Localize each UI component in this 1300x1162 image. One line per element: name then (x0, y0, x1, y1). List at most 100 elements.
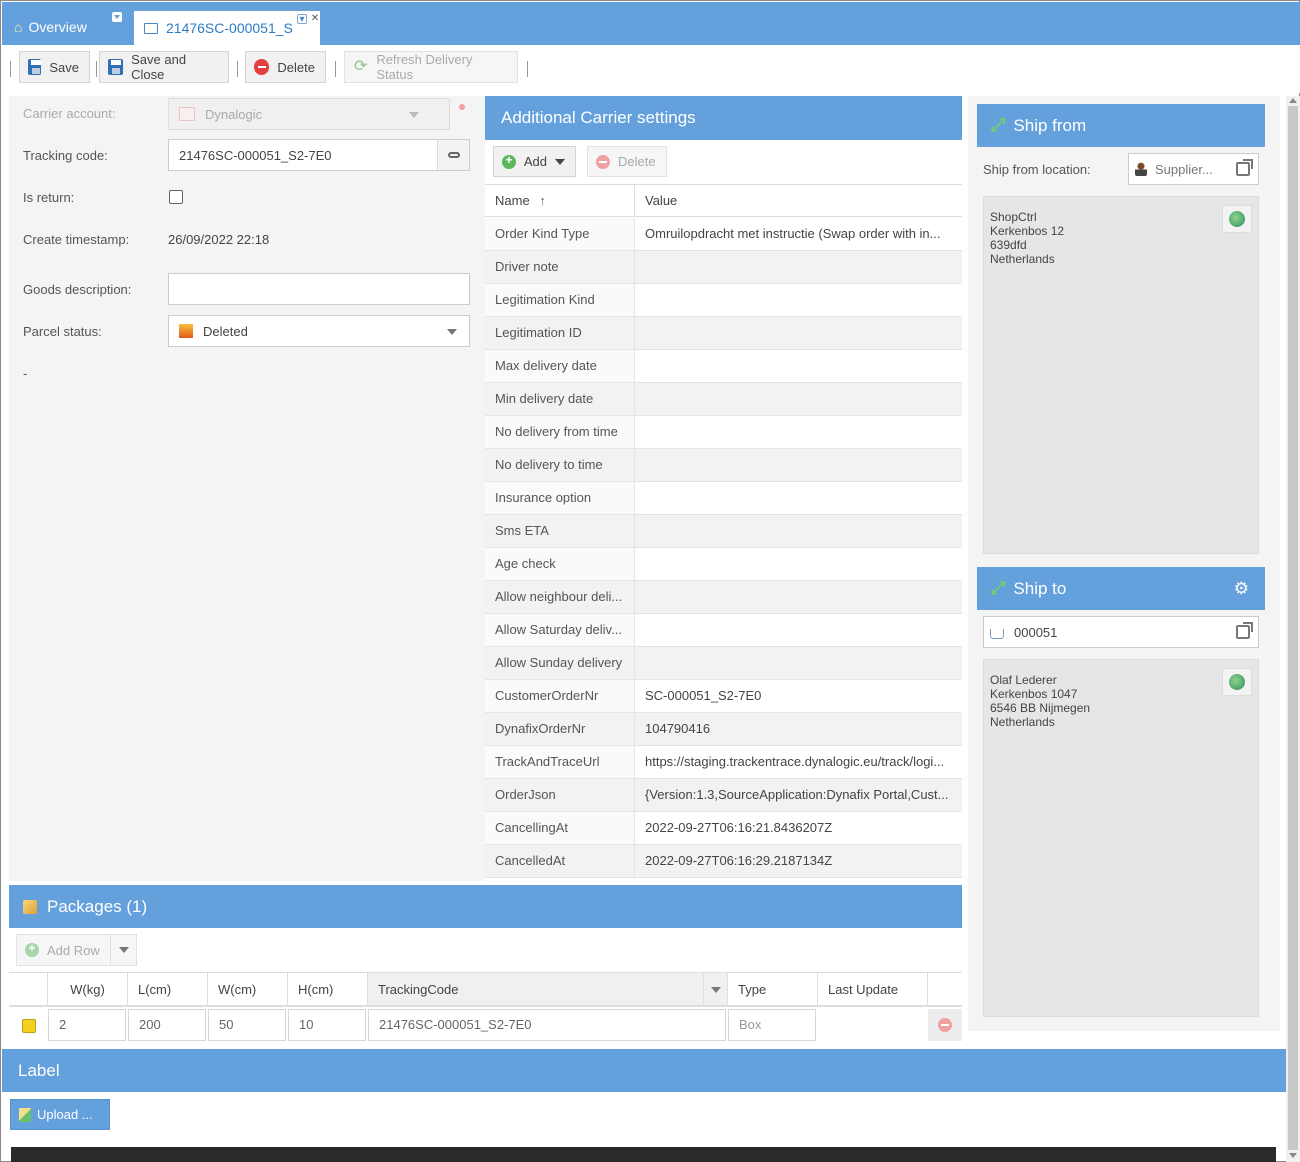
setting-value-cell[interactable] (635, 515, 962, 547)
table-row[interactable]: Allow Saturday deliv... (485, 614, 962, 647)
table-row[interactable]: Legitimation Kind (485, 284, 962, 317)
setting-value-cell[interactable] (635, 449, 962, 481)
setting-value-cell[interactable]: SC-000051_S2-7E0 (635, 680, 962, 712)
setting-name-cell[interactable]: Sms ETA (485, 515, 635, 547)
scroll-up-icon[interactable] (1289, 98, 1297, 103)
setting-name-cell[interactable]: Legitimation Kind (485, 284, 635, 316)
table-row[interactable]: Allow neighbour deli... (485, 581, 962, 614)
setting-name-cell[interactable]: CancellingAt (485, 812, 635, 844)
delete-row-button[interactable] (928, 1009, 962, 1041)
tracking-code-input[interactable]: 21476SC-000051_S2-7E0 (168, 139, 470, 171)
setting-value-cell[interactable]: {Version:1.3,SourceApplication:Dynafix P… (635, 779, 962, 811)
table-row[interactable]: Order Kind Type Omruilopdracht met instru… (485, 218, 962, 251)
gear-icon[interactable]: ⚙ (1234, 579, 1249, 599)
table-row[interactable]: Min delivery date (485, 383, 962, 416)
width-cell[interactable]: 50 (208, 1009, 286, 1041)
setting-value-cell[interactable]: https://staging.trackentrace.dynalogic.e… (635, 746, 962, 778)
tracking-code-column-header[interactable]: TrackingCode (368, 973, 728, 1006)
table-row[interactable]: TrackAndTraceUrl https://staging.trackent… (485, 746, 962, 779)
add-row-menu[interactable] (110, 935, 136, 965)
setting-name-cell[interactable]: Age check (485, 548, 635, 580)
parcel-status-select[interactable]: Deleted (168, 315, 470, 347)
weight-cell[interactable]: 2 (48, 1009, 126, 1041)
table-row[interactable]: CancellingAt 2022-09-27T06:16:21.8436207Z (485, 812, 962, 845)
link-button[interactable] (437, 140, 469, 170)
column-header[interactable]: H(cm) (288, 973, 368, 1005)
column-header[interactable]: W(cm) (208, 973, 288, 1005)
setting-name-cell[interactable]: Order Kind Type (485, 218, 635, 250)
setting-value-cell[interactable] (635, 284, 962, 316)
save-button[interactable]: Save (19, 51, 90, 83)
setting-name-cell[interactable]: Max delivery date (485, 350, 635, 382)
table-row[interactable]: DynafixOrderNr 104790416 (485, 713, 962, 746)
table-row[interactable]: Allow Sunday delivery (485, 647, 962, 680)
table-row[interactable]: OrderJson {Version:1.3,SourceApplication:… (485, 779, 962, 812)
delete-setting-button[interactable]: Delete (587, 146, 667, 177)
upload-button[interactable]: Upload ... (10, 1099, 110, 1130)
setting-value-cell[interactable]: Omruilopdracht met instructie (Swap orde… (635, 218, 962, 250)
setting-name-cell[interactable]: Legitimation ID (485, 317, 635, 349)
tab-overview[interactable]: ⌂ Overview (14, 12, 87, 42)
setting-value-cell[interactable] (635, 383, 962, 415)
setting-name-cell[interactable]: No delivery to time (485, 449, 635, 481)
globe-button[interactable] (1222, 205, 1252, 233)
table-row[interactable]: Max delivery date (485, 350, 962, 383)
scroll-down-icon[interactable] (1289, 1153, 1297, 1158)
setting-value-cell[interactable]: 2022-09-27T06:16:21.8436207Z (635, 812, 962, 844)
table-row[interactable]: Insurance option (485, 482, 962, 515)
value-column-header[interactable]: Value (635, 185, 962, 216)
column-header[interactable]: L(cm) (128, 973, 208, 1005)
vertical-scrollbar[interactable] (1286, 96, 1300, 1162)
height-cell[interactable]: 10 (288, 1009, 366, 1041)
setting-name-cell[interactable]: CancelledAt (485, 845, 635, 877)
setting-value-cell[interactable] (635, 581, 962, 613)
column-header[interactable]: Type (728, 973, 818, 1005)
tab-document[interactable]: 21476SC-000051_S ▾ ✕ (133, 10, 321, 45)
setting-value-cell[interactable] (635, 548, 962, 580)
setting-value-cell[interactable] (635, 416, 962, 448)
setting-value-cell[interactable] (635, 647, 962, 679)
delete-button[interactable]: Delete (245, 51, 326, 83)
setting-name-cell[interactable]: Allow Sunday delivery (485, 647, 635, 679)
setting-value-cell[interactable] (635, 317, 962, 349)
column-header[interactable]: W(kg) (48, 973, 128, 1005)
open-external-icon[interactable] (1236, 622, 1253, 639)
open-external-icon[interactable] (1236, 159, 1253, 176)
setting-value-cell[interactable] (635, 251, 962, 283)
setting-name-cell[interactable]: Allow neighbour deli... (485, 581, 635, 613)
tab-overview-menu-icon[interactable] (112, 12, 122, 22)
tab-menu-icon[interactable]: ▾ (297, 14, 307, 25)
is-return-checkbox[interactable] (169, 190, 183, 204)
table-row[interactable]: Age check (485, 548, 962, 581)
table-row[interactable]: CustomerOrderNr SC-000051_S2-7E0 (485, 680, 962, 713)
setting-name-cell[interactable]: Allow Saturday deliv... (485, 614, 635, 646)
refresh-delivery-status-button[interactable]: ⟳ Refresh Delivery Status (344, 51, 518, 83)
name-column-header[interactable]: Name ↑ (485, 185, 635, 216)
setting-name-cell[interactable]: No delivery from time (485, 416, 635, 448)
close-icon[interactable]: ✕ (310, 14, 320, 24)
ship-from-location-field[interactable]: Supplier... (1128, 153, 1259, 185)
setting-name-cell[interactable]: Driver note (485, 251, 635, 283)
setting-value-cell[interactable] (635, 482, 962, 514)
setting-name-cell[interactable]: DynafixOrderNr (485, 713, 635, 745)
setting-value-cell[interactable] (635, 614, 962, 646)
carrier-account-select[interactable]: Dynalogic (168, 98, 450, 130)
table-row[interactable]: No delivery from time (485, 416, 962, 449)
setting-value-cell[interactable]: 104790416 (635, 713, 962, 745)
globe-button[interactable] (1222, 668, 1252, 696)
table-row[interactable]: Sms ETA (485, 515, 962, 548)
goods-description-input[interactable] (168, 273, 470, 305)
setting-name-cell[interactable]: TrackAndTraceUrl (485, 746, 635, 778)
setting-name-cell[interactable]: CustomerOrderNr (485, 680, 635, 712)
length-cell[interactable]: 200 (128, 1009, 206, 1041)
setting-value-cell[interactable]: 2022-09-27T06:16:29.2187134Z (635, 845, 962, 877)
scrollbar-thumb[interactable] (1288, 106, 1298, 1150)
table-row[interactable]: Driver note (485, 251, 962, 284)
column-menu[interactable] (703, 973, 727, 1006)
setting-name-cell[interactable]: Insurance option (485, 482, 635, 514)
column-header[interactable]: Last Update (818, 973, 928, 1005)
ship-to-field[interactable]: 000051 (983, 616, 1259, 648)
add-row-button[interactable]: Add Row (16, 934, 137, 966)
table-row[interactable]: Legitimation ID (485, 317, 962, 350)
tracking-code-cell[interactable]: 21476SC-000051_S2-7E0 (368, 1009, 726, 1041)
